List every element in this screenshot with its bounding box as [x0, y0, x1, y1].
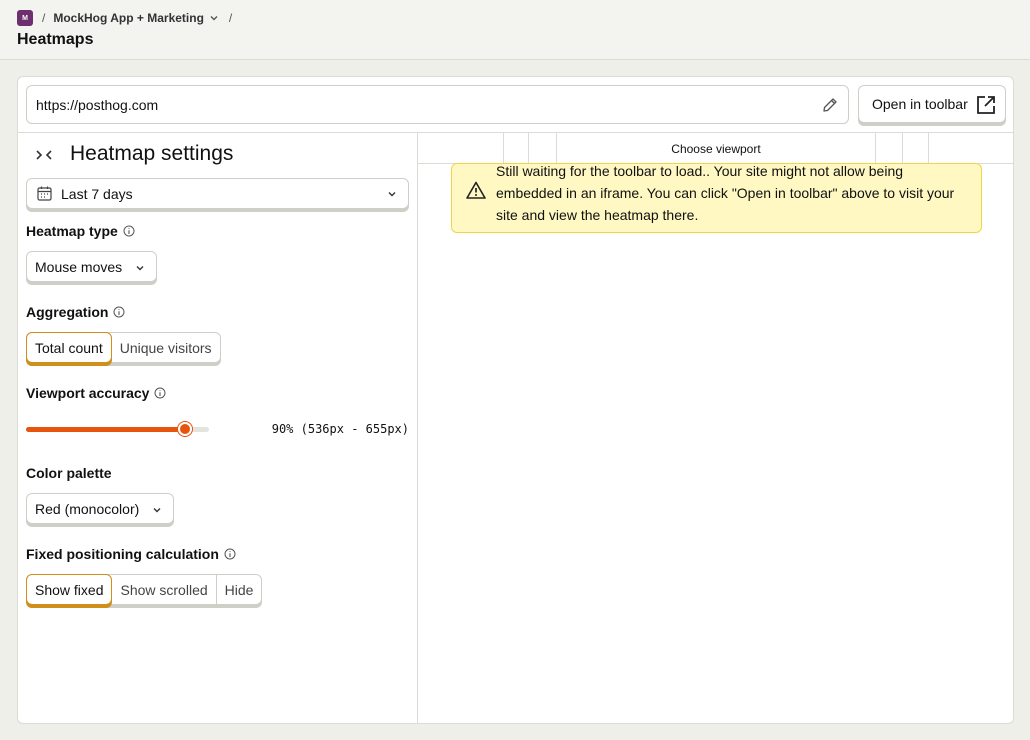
chevron-down-icon	[153, 508, 161, 513]
fixed-positioning-label-text: Fixed positioning calculation	[26, 546, 219, 562]
url-value: https://posthog.com	[36, 96, 159, 113]
viewport-accuracy-label: Viewport accuracy	[26, 385, 166, 401]
info-icon[interactable]	[224, 548, 236, 560]
color-palette-label: Color palette	[26, 465, 112, 481]
heatmap-type-value: Mouse moves	[35, 258, 123, 275]
fixed-positioning-toggle: Show fixed Show scrolled Hide	[26, 574, 263, 605]
color-palette-value: Red (monocolor)	[35, 500, 140, 517]
warning-icon	[466, 181, 486, 199]
top-bar: M / MockHog App + Marketing / Heatmaps	[0, 0, 1030, 60]
aggregation-toggle: Total count Unique visitors	[26, 332, 221, 363]
fixed-option-hide[interactable]: Hide	[217, 575, 262, 604]
aggregation-option-total-count[interactable]: Total count	[26, 332, 112, 363]
heatmap-type-label: Heatmap type	[26, 223, 135, 239]
info-icon[interactable]	[123, 225, 135, 237]
info-icon[interactable]	[154, 387, 166, 399]
calendar-icon	[37, 186, 52, 201]
choose-viewport-label: Choose viewport	[671, 142, 761, 156]
breadcrumb-separator: /	[42, 11, 46, 25]
url-input[interactable]: https://posthog.com	[26, 85, 849, 124]
aggregation-label: Aggregation	[26, 304, 125, 320]
date-range-select[interactable]: Last 7 days	[26, 178, 409, 209]
viewport-accuracy-value: 90% (536px - 655px)	[271, 422, 409, 436]
color-palette-label-text: Color palette	[26, 465, 112, 481]
fixed-positioning-label: Fixed positioning calculation	[26, 546, 236, 562]
open-in-toolbar-label: Open in toolbar	[872, 96, 968, 112]
project-avatar[interactable]: M	[17, 10, 33, 26]
fixed-option-show-fixed[interactable]: Show fixed	[26, 574, 113, 605]
breadcrumb: M / MockHog App + Marketing /	[17, 10, 240, 26]
aggregation-label-text: Aggregation	[26, 304, 109, 320]
heatmap-type-select[interactable]: Mouse moves	[26, 251, 157, 282]
warning-text: Still waiting for the toolbar to load.. …	[496, 163, 955, 223]
viewport-chooser[interactable]: Choose viewport	[418, 133, 1014, 164]
external-link-icon	[977, 96, 995, 114]
breadcrumb-separator-trailing: /	[228, 11, 233, 25]
info-icon[interactable]	[113, 306, 125, 318]
collapse-panel-icon[interactable]	[35, 146, 53, 164]
open-in-toolbar-button[interactable]: Open in toolbar	[858, 85, 1006, 123]
aggregation-option-unique-visitors[interactable]: Unique visitors	[112, 333, 220, 362]
pencil-icon[interactable]	[820, 95, 840, 115]
toolbar-loading-warning: Still waiting for the toolbar to load.. …	[451, 163, 982, 233]
page-title: Heatmaps	[17, 31, 94, 48]
project-name: MockHog App + Marketing	[53, 11, 204, 25]
slider-thumb[interactable]	[178, 422, 193, 436]
chevron-down-icon	[388, 192, 396, 197]
date-range-value: Last 7 days	[61, 185, 133, 202]
chevron-down-icon	[136, 266, 144, 271]
slider-fill	[26, 427, 186, 432]
color-palette-select[interactable]: Red (monocolor)	[26, 493, 174, 524]
heatmap-settings-panel: Heatmap settings Last 7 days Heatmap typ…	[18, 133, 418, 723]
heatmap-type-label-text: Heatmap type	[26, 223, 118, 239]
project-switcher[interactable]: MockHog App + Marketing	[53, 11, 220, 25]
chevron-down-icon	[210, 16, 218, 21]
fixed-option-show-scrolled[interactable]: Show scrolled	[112, 575, 217, 604]
heatmap-card: https://posthog.com Open in toolbar Heat…	[17, 76, 1014, 724]
panel-title: Heatmap settings	[70, 142, 234, 165]
viewport-accuracy-label-text: Viewport accuracy	[26, 385, 150, 401]
viewport-accuracy-slider[interactable]	[26, 422, 209, 436]
